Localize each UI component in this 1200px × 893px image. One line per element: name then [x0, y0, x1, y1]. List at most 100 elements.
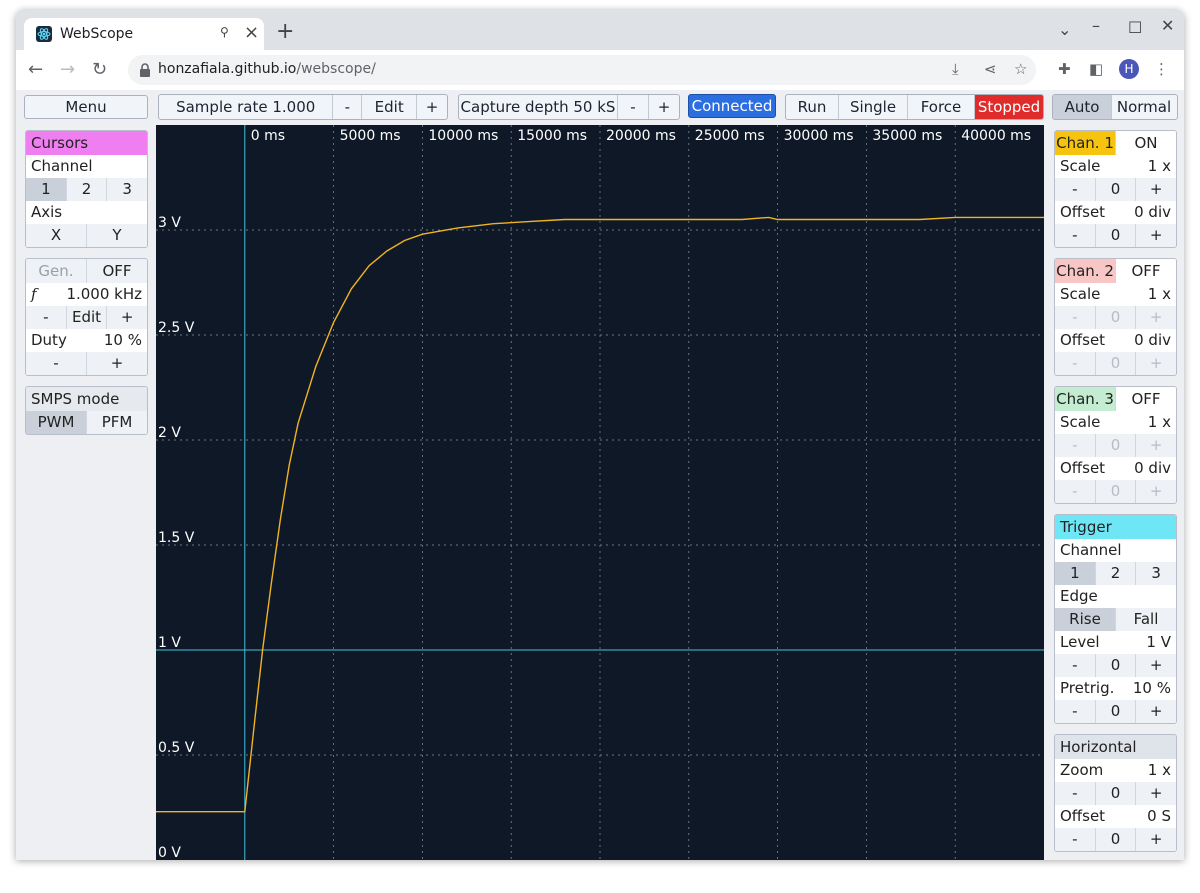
close-window-icon[interactable]: ✕: [1161, 16, 1174, 35]
channel-1-offset-minus-button[interactable]: -: [1055, 224, 1095, 247]
trigger-level-step-value[interactable]: 0: [1094, 654, 1136, 677]
normal-button[interactable]: Normal: [1111, 95, 1176, 119]
horizontal-offset-stepper: - 0 +: [1055, 828, 1176, 851]
browser-menu-icon[interactable]: ⋮: [1154, 60, 1169, 78]
channel-3-scale-minus-button[interactable]: -: [1055, 434, 1095, 457]
side-panel-icon[interactable]: ◧: [1089, 60, 1103, 78]
channel-3-offset-plus-button[interactable]: +: [1135, 480, 1176, 503]
connected-button[interactable]: Connected: [688, 94, 776, 118]
horizontal-offset-minus-button[interactable]: -: [1055, 828, 1095, 851]
trigger-rise-button[interactable]: Rise: [1055, 608, 1115, 631]
trigger-level-minus-button[interactable]: -: [1055, 654, 1095, 677]
force-button[interactable]: Force: [907, 95, 974, 119]
horizontal-offset-step-value[interactable]: 0: [1094, 828, 1136, 851]
trigger-channel-2-button[interactable]: 2: [1094, 562, 1136, 585]
address-bar[interactable]: honzafiala.github.io/webscope/ ⤓ ⋖ ☆: [128, 55, 1036, 85]
sample-rate-minus-button[interactable]: -: [332, 95, 361, 119]
channel-3-toggle-button[interactable]: OFF: [1115, 387, 1176, 411]
share-icon[interactable]: ⋖: [984, 60, 997, 78]
trigger-fall-button[interactable]: Fall: [1115, 608, 1176, 631]
bookmark-star-icon[interactable]: ☆: [1014, 60, 1027, 78]
channel-1-offset-step-value[interactable]: 0: [1094, 224, 1136, 247]
cursor-channel-1-button[interactable]: 1: [26, 178, 66, 201]
smps-pwm-button[interactable]: PWM: [26, 411, 86, 434]
x-tick-label: 20000 ms: [606, 128, 676, 144]
capture-depth-label: Capture depth 50 kS: [460, 98, 616, 116]
cursor-axis-x-button[interactable]: X: [26, 224, 86, 247]
frequency-minus-button[interactable]: -: [26, 306, 66, 329]
capture-depth-plus-button[interactable]: +: [648, 95, 679, 119]
zoom-step-value[interactable]: 0: [1094, 782, 1136, 805]
cursors-title: Cursors: [26, 131, 147, 155]
trigger-channel-1-button[interactable]: 1: [1055, 562, 1095, 585]
zoom-minus-button[interactable]: -: [1055, 782, 1095, 805]
x-tick-label: 10000 ms: [428, 128, 498, 144]
channel-3-scale-plus-button[interactable]: +: [1135, 434, 1176, 457]
back-icon[interactable]: ←: [28, 59, 43, 80]
channel-1-offset-plus-button[interactable]: +: [1135, 224, 1176, 247]
install-app-icon[interactable]: ⤓: [952, 60, 959, 78]
frequency-plus-button[interactable]: +: [106, 306, 147, 329]
trigger-title: Trigger: [1055, 515, 1176, 539]
minimize-icon[interactable]: –: [1092, 16, 1100, 35]
channel-3-title: Chan. 3: [1055, 387, 1115, 411]
duty-minus-button[interactable]: -: [26, 352, 86, 375]
channel-2-offset-step-value[interactable]: 0: [1094, 352, 1136, 375]
sample-rate-edit-button[interactable]: Edit: [361, 95, 416, 119]
reload-icon[interactable]: ↻: [92, 59, 107, 80]
channel-3-scale-step-value[interactable]: 0: [1094, 434, 1136, 457]
single-button[interactable]: Single: [838, 95, 907, 119]
zoom-value: 1 x: [1147, 761, 1171, 779]
generator-toggle-button[interactable]: OFF: [86, 259, 147, 283]
channel-1-scale-step-value[interactable]: 0: [1094, 178, 1136, 201]
zoom-plus-button[interactable]: +: [1135, 782, 1176, 805]
duty-plus-button[interactable]: +: [86, 352, 147, 375]
browser-tab[interactable]: WebScope ⚲ ×: [24, 18, 264, 50]
trigger-pretrig-minus-button[interactable]: -: [1055, 700, 1095, 723]
extensions-icon[interactable]: ✚: [1058, 60, 1071, 78]
capture-depth-minus-button[interactable]: -: [617, 95, 648, 119]
trigger-pretrig-stepper: - 0 +: [1055, 700, 1176, 723]
tab-close-icon[interactable]: ×: [244, 22, 259, 43]
forward-icon[interactable]: →: [60, 59, 75, 80]
trigger-pretrig-step-value[interactable]: 0: [1094, 700, 1136, 723]
profile-avatar[interactable]: H: [1119, 59, 1139, 79]
channel-1-scale-stepper: -0 +: [1055, 178, 1176, 201]
channel-2-scale-step-value[interactable]: 0: [1094, 306, 1136, 329]
menu-button[interactable]: Menu: [24, 95, 148, 119]
channel-2-scale-minus-button[interactable]: -: [1055, 306, 1095, 329]
channel-3-offset-label: Offset: [1060, 459, 1106, 477]
trigger-pretrig-label: Pretrig.: [1060, 679, 1115, 697]
trigger-level-plus-button[interactable]: +: [1135, 654, 1176, 677]
channel-2-offset-minus-button[interactable]: -: [1055, 352, 1095, 375]
trigger-channel-selector: 1 2 3: [1055, 562, 1176, 585]
oscilloscope-screen[interactable]: 0 ms 5000 ms 10000 ms 15000 ms 20000 ms 25000…: [156, 125, 1044, 860]
channel-2-scale-plus-button[interactable]: +: [1135, 306, 1176, 329]
auto-button[interactable]: Auto: [1053, 95, 1111, 119]
frequency-edit-button[interactable]: Edit: [65, 306, 107, 329]
trigger-pretrig-plus-button[interactable]: +: [1135, 700, 1176, 723]
horizontal-offset-plus-button[interactable]: +: [1135, 828, 1176, 851]
channel-1-scale-minus-button[interactable]: -: [1055, 178, 1095, 201]
trigger-panel: Trigger Channel 1 2 3 Edge Rise Fall Lev…: [1054, 514, 1177, 724]
cursor-channel-3-button[interactable]: 3: [106, 178, 147, 201]
channel-3-offset-row: Offset 0 div: [1055, 457, 1176, 480]
stopped-button[interactable]: Stopped: [974, 95, 1043, 119]
generator-title: Gen.: [26, 259, 86, 283]
channel-3-offset-minus-button[interactable]: -: [1055, 480, 1095, 503]
tab-search-icon[interactable]: ⌄: [1058, 20, 1071, 39]
cursor-channel-2-button[interactable]: 2: [65, 178, 107, 201]
trigger-channel-3-button[interactable]: 3: [1135, 562, 1176, 585]
new-tab-icon[interactable]: +: [276, 19, 294, 44]
channel-1-toggle-button[interactable]: ON: [1115, 131, 1176, 155]
x-tick-label: 25000 ms: [695, 128, 765, 144]
channel-3-offset-step-value[interactable]: 0: [1094, 480, 1136, 503]
maximize-icon[interactable]: ☐: [1128, 18, 1142, 37]
cursor-axis-y-button[interactable]: Y: [86, 224, 147, 247]
channel-2-offset-plus-button[interactable]: +: [1135, 352, 1176, 375]
channel-1-scale-plus-button[interactable]: +: [1135, 178, 1176, 201]
channel-2-toggle-button[interactable]: OFF: [1115, 259, 1176, 283]
smps-pfm-button[interactable]: PFM: [86, 411, 147, 434]
sample-rate-plus-button[interactable]: +: [416, 95, 447, 119]
run-button[interactable]: Run: [786, 95, 838, 119]
